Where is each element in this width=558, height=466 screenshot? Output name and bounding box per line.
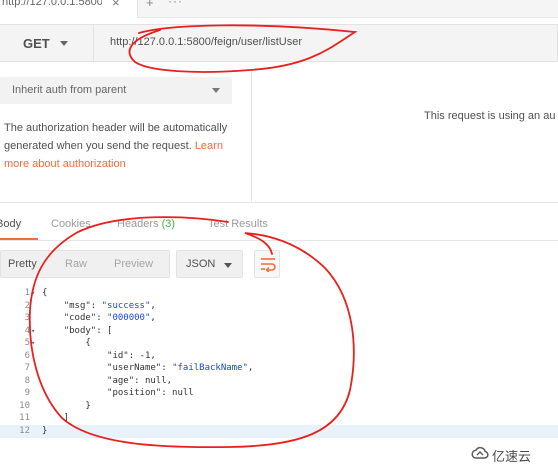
preview-button[interactable]: Preview [114, 258, 153, 270]
wrap-lines-button[interactable] [254, 250, 280, 278]
request-tab-title: http://127.0.0.1:5800/ [2, 0, 102, 8]
fold-arrow-icon[interactable]: ▾ [31, 287, 35, 300]
tab-close-icon[interactable]: × [112, 0, 120, 10]
code-text: "age": null, [107, 375, 173, 386]
line-number: 5 [24, 338, 30, 348]
body-toolbar: Pretty Raw Preview JSON [0, 250, 558, 280]
auth-description: The authorization header will be automat… [4, 119, 240, 173]
code-line: 1 ▾ { [0, 287, 558, 300]
url-input[interactable]: http://127.0.0.1:5800/feign/user/listUse… [94, 24, 558, 62]
response-body-viewer[interactable]: 1 ▾{2 "msg": "success", 3 "code": "000000"… [0, 287, 558, 442]
code-text: ] [42, 413, 70, 423]
line-number: 3 [24, 313, 30, 323]
code-line: 6 "id": -1, [0, 350, 558, 363]
auth-type-select[interactable]: Inherit auth from parent [0, 77, 232, 104]
line-number: 4 [24, 325, 30, 336]
auth-note: This request is using an au [424, 110, 556, 122]
cloud-logo-icon [471, 446, 489, 459]
line-number: 11 [19, 413, 30, 423]
format-toggle: Pretty Raw Preview [0, 250, 170, 278]
tab-strip: http://127.0.0.1:5800/ × + ··· [0, 0, 558, 18]
tab-test-results[interactable]: Test Results [208, 218, 268, 230]
new-tab-icon[interactable]: + [146, 0, 154, 10]
method-selector[interactable]: GET [0, 24, 94, 62]
raw-button[interactable]: Raw [65, 258, 87, 270]
tab-cookies[interactable]: Cookies [51, 218, 91, 230]
code-line: 3 "code": "000000", [0, 312, 558, 325]
code-text: "position": null [107, 388, 194, 398]
line-number: 6 [24, 350, 30, 361]
code-text: "code": "000000", [63, 313, 156, 323]
code-line: 12} [0, 424, 558, 438]
tabs-divider [0, 240, 558, 241]
code-text: "id": -1, [107, 350, 156, 361]
line-number: 2 [24, 300, 30, 311]
request-bar: GET http://127.0.0.1:5800/feign/user/lis… [0, 24, 558, 64]
fold-arrow-icon[interactable]: ▾ [31, 337, 35, 350]
code-text: } [42, 400, 91, 411]
code-line: 10 } [0, 400, 558, 413]
code-text: "userName": "failBackName", [107, 363, 254, 373]
line-number: 8 [24, 375, 30, 386]
code-line: 11 ] [0, 412, 558, 425]
request-tab[interactable]: http://127.0.0.1:5800/ × [0, 0, 138, 18]
language-label: JSON [186, 258, 216, 270]
line-number: 9 [24, 388, 30, 398]
chevron-down-icon [212, 88, 220, 93]
line-number: 10 [19, 400, 30, 411]
line-number: 12 [19, 425, 30, 436]
chevron-down-icon [60, 41, 68, 46]
code-text: "msg": "success", [63, 300, 156, 311]
tab-headers-label: Headers [117, 218, 159, 230]
code-text: { [42, 288, 48, 298]
headers-count-badge: (3) [161, 218, 176, 230]
code-line: 5 ▾ { [0, 337, 558, 350]
watermark-text: 亿速云 [492, 449, 532, 464]
chevron-down-icon [224, 263, 232, 268]
code-text: { [42, 338, 91, 348]
auth-description-text: The authorization header will be automat… [4, 122, 228, 152]
panel-divider [251, 70, 252, 202]
code-line: 4 ▾ "body": [ [0, 325, 558, 338]
code-text: } [42, 425, 48, 436]
code-line: 8 "age": null, [0, 375, 558, 388]
language-select[interactable]: JSON [176, 250, 243, 278]
section-divider [0, 202, 558, 203]
wrap-lines-icon [261, 258, 276, 272]
code-text: "body": [ [63, 325, 113, 336]
tab-headers[interactable]: Headers (3) [117, 218, 175, 230]
auth-type-label: Inherit auth from parent [12, 84, 127, 96]
tab-body[interactable]: Body [0, 218, 21, 230]
line-number: 7 [24, 363, 30, 373]
code-line: 9 "position": null [0, 387, 558, 400]
more-icon[interactable]: ··· [168, 0, 183, 8]
pretty-button[interactable]: Pretty [8, 258, 37, 270]
code-line: 7 "userName": "failBackName", [0, 362, 558, 375]
code-line: 2 "msg": "success", [0, 300, 558, 313]
fold-arrow-icon[interactable]: ▾ [31, 325, 35, 338]
line-number: 1 [24, 288, 30, 298]
method-label: GET [23, 36, 50, 51]
url-text: http://127.0.0.1:5800/feign/user/listUse… [110, 36, 303, 48]
